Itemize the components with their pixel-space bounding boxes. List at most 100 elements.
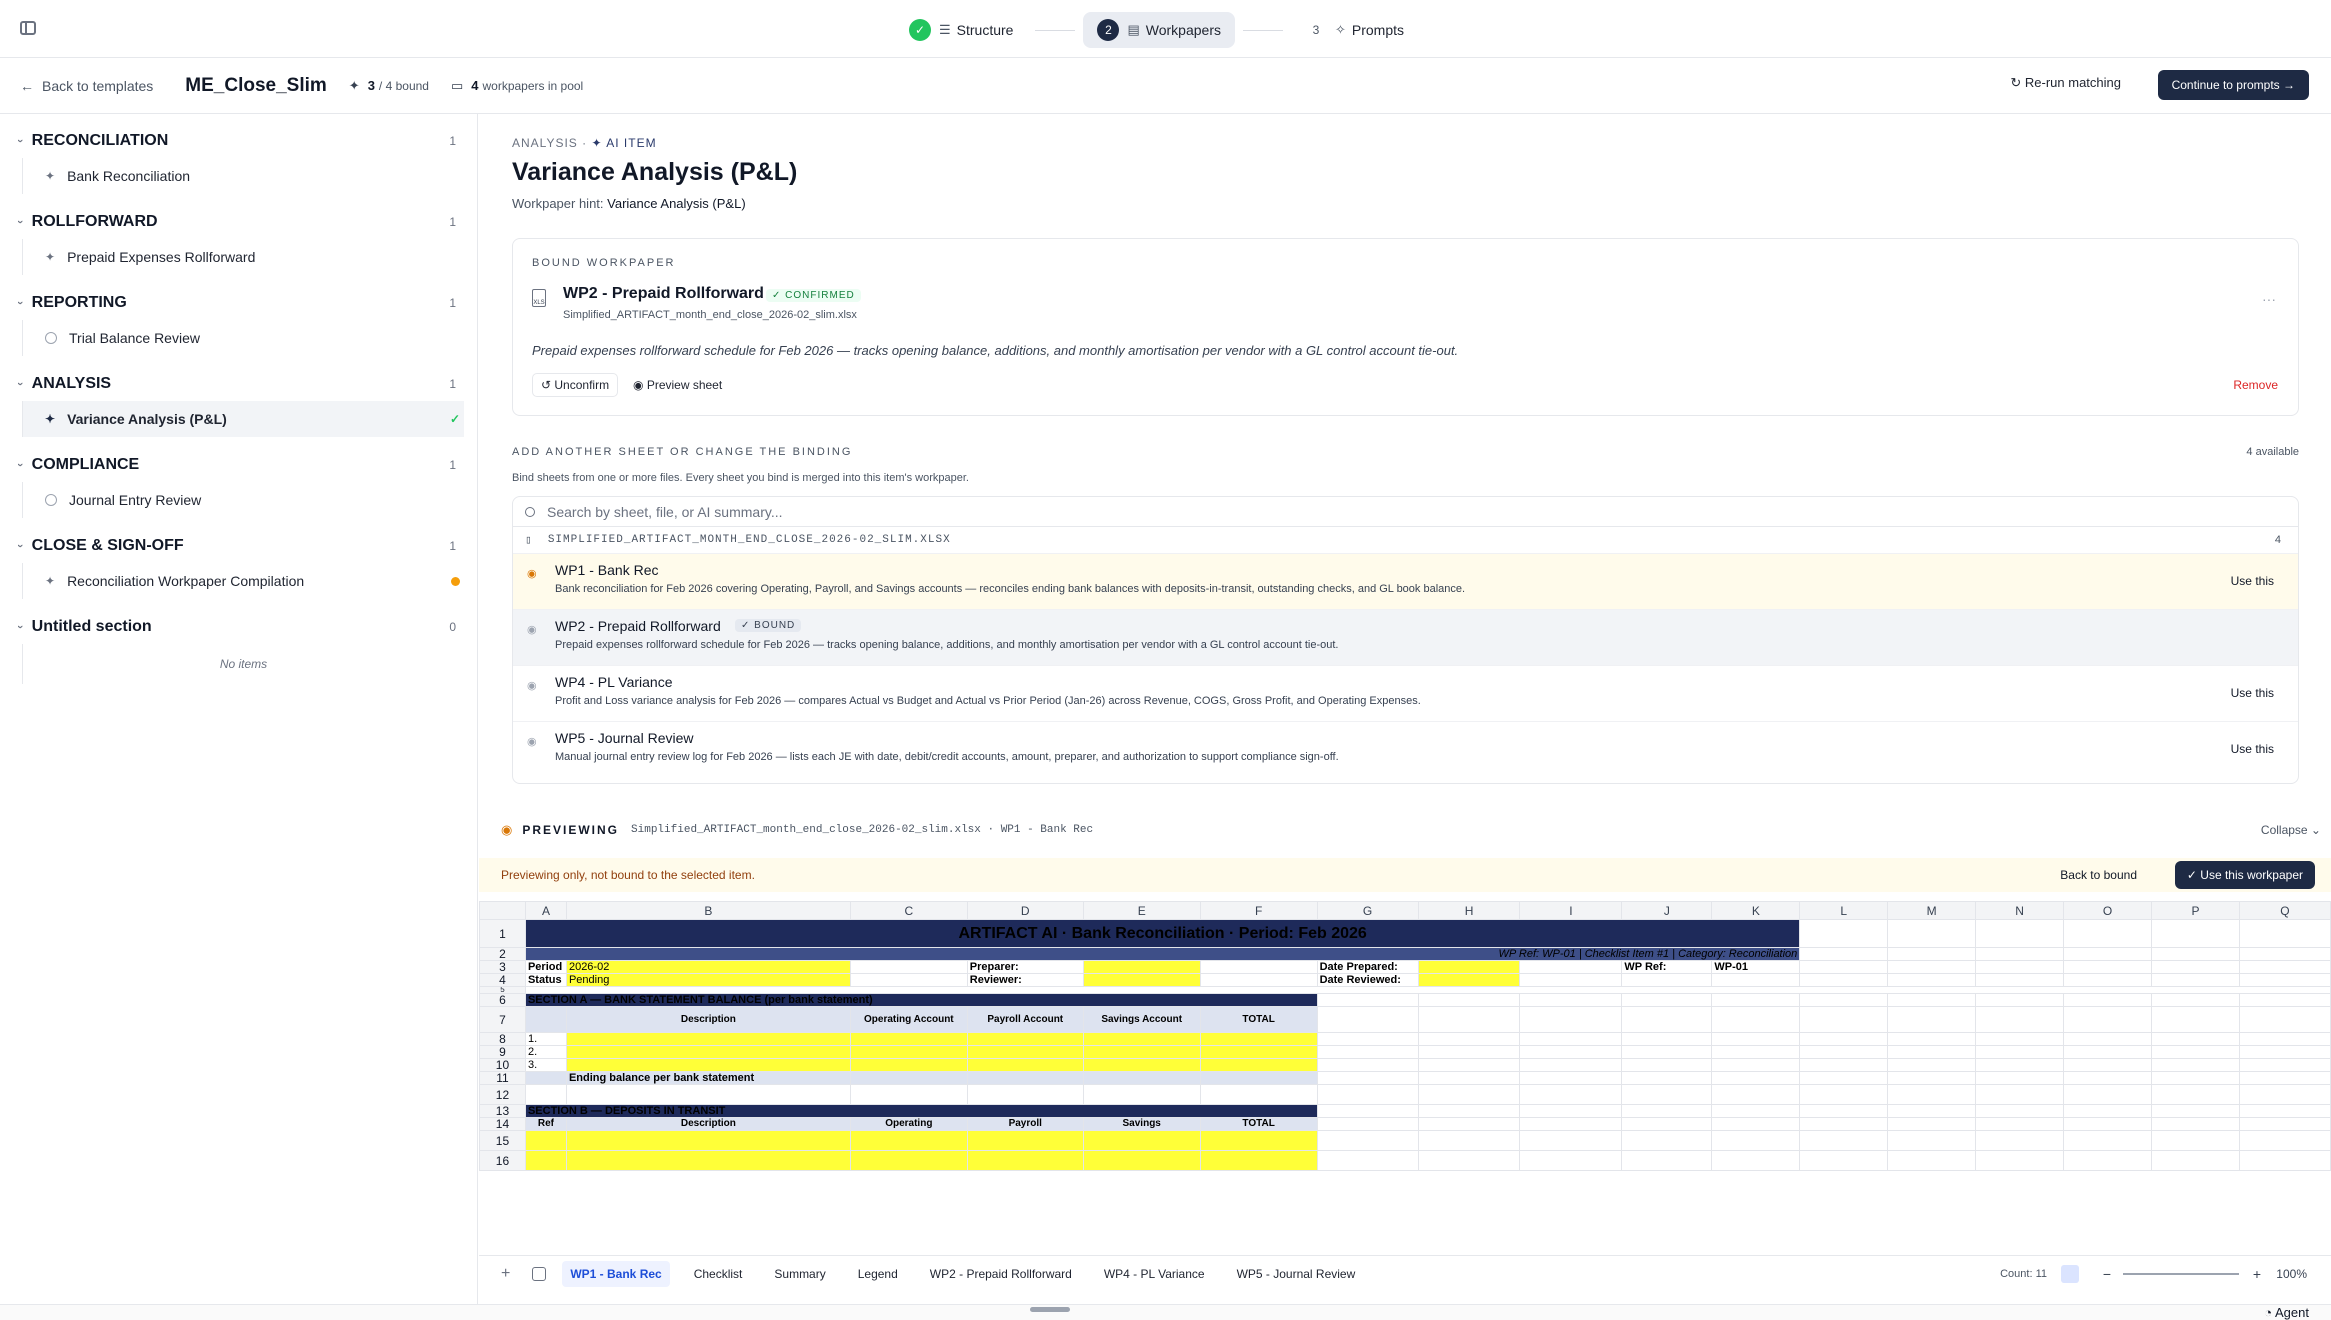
cell[interactable]: [1621, 993, 1713, 1007]
cell[interactable]: [849, 1130, 968, 1151]
col-header[interactable]: Q: [2238, 901, 2331, 920]
cell[interactable]: Reviewer:: [966, 973, 1084, 987]
cell[interactable]: WP Ref:: [1621, 960, 1713, 974]
cell[interactable]: [1887, 1006, 1977, 1033]
use-this-button[interactable]: Use this: [2221, 736, 2284, 762]
more-options-icon[interactable]: ···: [2262, 291, 2276, 307]
cell[interactable]: [849, 1032, 968, 1046]
cell[interactable]: [1316, 1071, 1419, 1085]
sidebar-item-variance-analysis[interactable]: ✦ Variance Analysis (P&L) ✓: [22, 401, 464, 437]
col-header[interactable]: H: [1417, 901, 1521, 920]
preview-sheet-button[interactable]: ◉ Preview sheet: [625, 373, 730, 397]
cell[interactable]: [1519, 960, 1623, 974]
cell[interactable]: [2238, 993, 2331, 1007]
cell[interactable]: [1887, 960, 1977, 974]
cell[interactable]: [2150, 1104, 2240, 1118]
cell[interactable]: [565, 1130, 851, 1151]
cell[interactable]: [2150, 993, 2240, 1007]
cell[interactable]: Ending balance per bank statement: [565, 1071, 851, 1085]
cell[interactable]: [1887, 993, 1977, 1007]
cell[interactable]: [849, 1084, 968, 1105]
cell[interactable]: [2063, 1150, 2152, 1171]
cell[interactable]: [1711, 1006, 1801, 1033]
cell[interactable]: [1199, 1071, 1318, 1085]
cell[interactable]: [2238, 1058, 2331, 1072]
cell[interactable]: [1199, 1045, 1318, 1059]
use-this-button[interactable]: Use this: [2221, 680, 2284, 706]
cell[interactable]: [2150, 1117, 2240, 1131]
cell[interactable]: [1082, 973, 1201, 987]
section-header[interactable]: › ANALYSIS 1: [0, 367, 478, 401]
cell[interactable]: [1799, 993, 1889, 1007]
col-header[interactable]: J: [1621, 901, 1713, 920]
cell[interactable]: [2150, 960, 2240, 974]
cell[interactable]: [2150, 1006, 2240, 1033]
cell[interactable]: [2063, 960, 2152, 974]
col-header[interactable]: I: [1519, 901, 1623, 920]
row-header[interactable]: 11: [479, 1071, 526, 1085]
cell[interactable]: [2150, 1084, 2240, 1105]
cell[interactable]: [1316, 1130, 1419, 1151]
cell[interactable]: [1799, 1130, 1889, 1151]
step-workpapers[interactable]: 2 ▤ Workpapers: [1083, 12, 1235, 48]
sheet-tab[interactable]: WP2 - Prepaid Rollforward: [922, 1261, 1080, 1287]
cell[interactable]: [565, 1150, 851, 1171]
cell[interactable]: [524, 1084, 567, 1105]
cell[interactable]: [524, 1150, 567, 1171]
cell[interactable]: [2063, 1058, 2152, 1072]
spreadsheet-preview[interactable]: A B C D E F G H I J K L M N O P Q 1 ARTI…: [479, 901, 2331, 1255]
cell[interactable]: [1711, 973, 1801, 987]
cell[interactable]: [524, 1006, 567, 1033]
cell[interactable]: 2.: [524, 1045, 567, 1059]
row-header[interactable]: 10: [479, 1058, 526, 1072]
cell[interactable]: [2238, 1006, 2331, 1033]
agent-button[interactable]: ◔ Agent: [2264, 1305, 2309, 1320]
cell[interactable]: Savings Account: [1082, 1006, 1201, 1033]
section-header[interactable]: › Untitled section 0: [0, 610, 478, 644]
cell[interactable]: [849, 1071, 968, 1085]
cell[interactable]: [2150, 973, 2240, 987]
cell[interactable]: [966, 1130, 1084, 1151]
cell[interactable]: [1887, 1045, 1977, 1059]
cell[interactable]: [1519, 1104, 1623, 1118]
col-header[interactable]: K: [1711, 901, 1801, 920]
cell[interactable]: [1711, 993, 1801, 1007]
cell[interactable]: [966, 1084, 1084, 1105]
cell[interactable]: [1621, 1150, 1713, 1171]
cell[interactable]: [1621, 1006, 1713, 1033]
cell[interactable]: [1799, 1150, 1889, 1171]
row-header[interactable]: 13: [479, 1104, 526, 1118]
cell[interactable]: [1519, 1045, 1623, 1059]
cell[interactable]: [2150, 1071, 2240, 1085]
row-header[interactable]: 4: [479, 973, 526, 987]
sheet-tab[interactable]: Summary: [766, 1261, 833, 1287]
back-to-templates-link[interactable]: ← Back to templates: [20, 78, 153, 94]
row-header[interactable]: 7: [479, 1006, 526, 1033]
cell[interactable]: [2238, 1104, 2331, 1118]
cell[interactable]: [1519, 993, 1623, 1007]
cell[interactable]: Payroll Account: [966, 1006, 1084, 1033]
cell[interactable]: [565, 1058, 851, 1072]
cell[interactable]: [1975, 960, 2065, 974]
section-a-heading[interactable]: SECTION A — BANK STATEMENT BALANCE (per …: [524, 993, 1318, 1007]
cell[interactable]: [1417, 973, 1521, 987]
cell[interactable]: [1799, 1032, 1889, 1046]
cell[interactable]: [1519, 1006, 1623, 1033]
cell[interactable]: [1975, 1058, 2065, 1072]
cell[interactable]: Period: [524, 960, 567, 974]
cell[interactable]: [2063, 1117, 2152, 1131]
cell[interactable]: Description: [565, 1006, 851, 1033]
col-header[interactable]: B: [565, 901, 851, 920]
cell[interactable]: [1887, 1071, 1977, 1085]
cell[interactable]: [1199, 1084, 1318, 1105]
cell[interactable]: 3.: [524, 1058, 567, 1072]
cell[interactable]: [1519, 973, 1623, 987]
cell[interactable]: [966, 1150, 1084, 1171]
cell[interactable]: [2238, 1150, 2331, 1171]
add-sheet-icon[interactable]: +: [501, 1265, 510, 1283]
cell[interactable]: [1711, 1117, 1801, 1131]
cell[interactable]: [849, 1058, 968, 1072]
cell[interactable]: [1887, 1032, 1977, 1046]
cell[interactable]: [565, 1084, 851, 1105]
cell[interactable]: [2238, 947, 2331, 961]
